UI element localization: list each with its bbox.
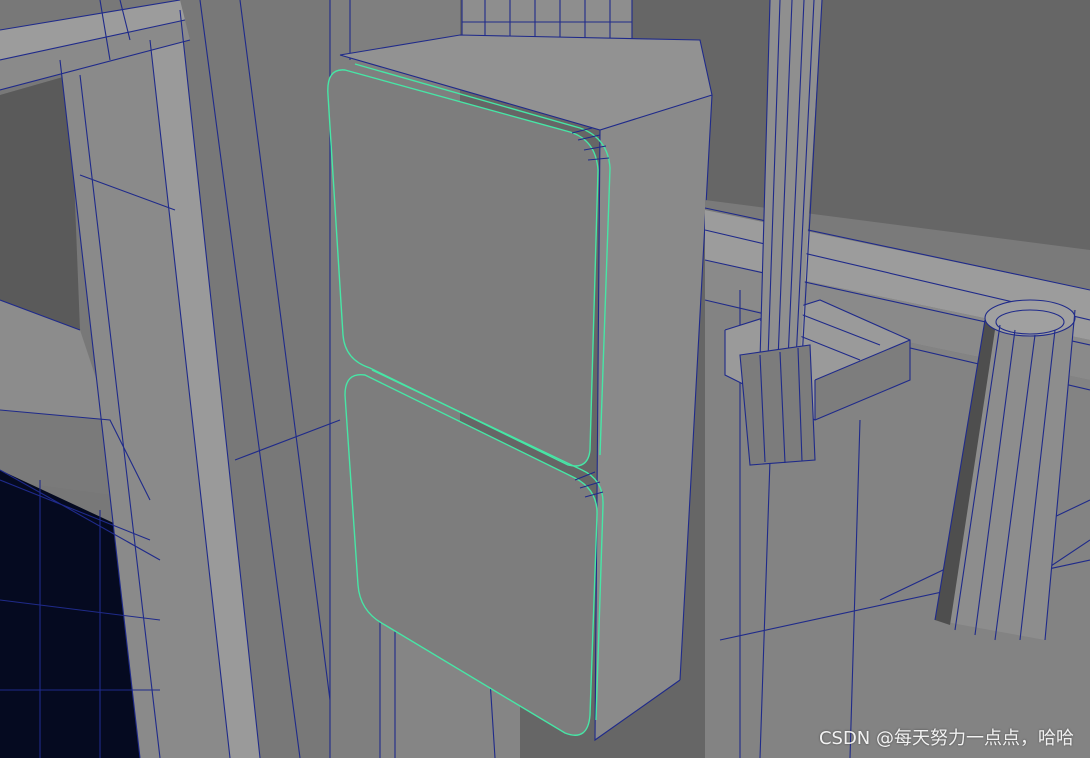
csdn-watermark: CSDN @每天努力一点点，哈哈 — [818, 728, 1074, 749]
left-window-frame — [0, 0, 331, 758]
viewport-3d[interactable] — [0, 0, 1090, 758]
